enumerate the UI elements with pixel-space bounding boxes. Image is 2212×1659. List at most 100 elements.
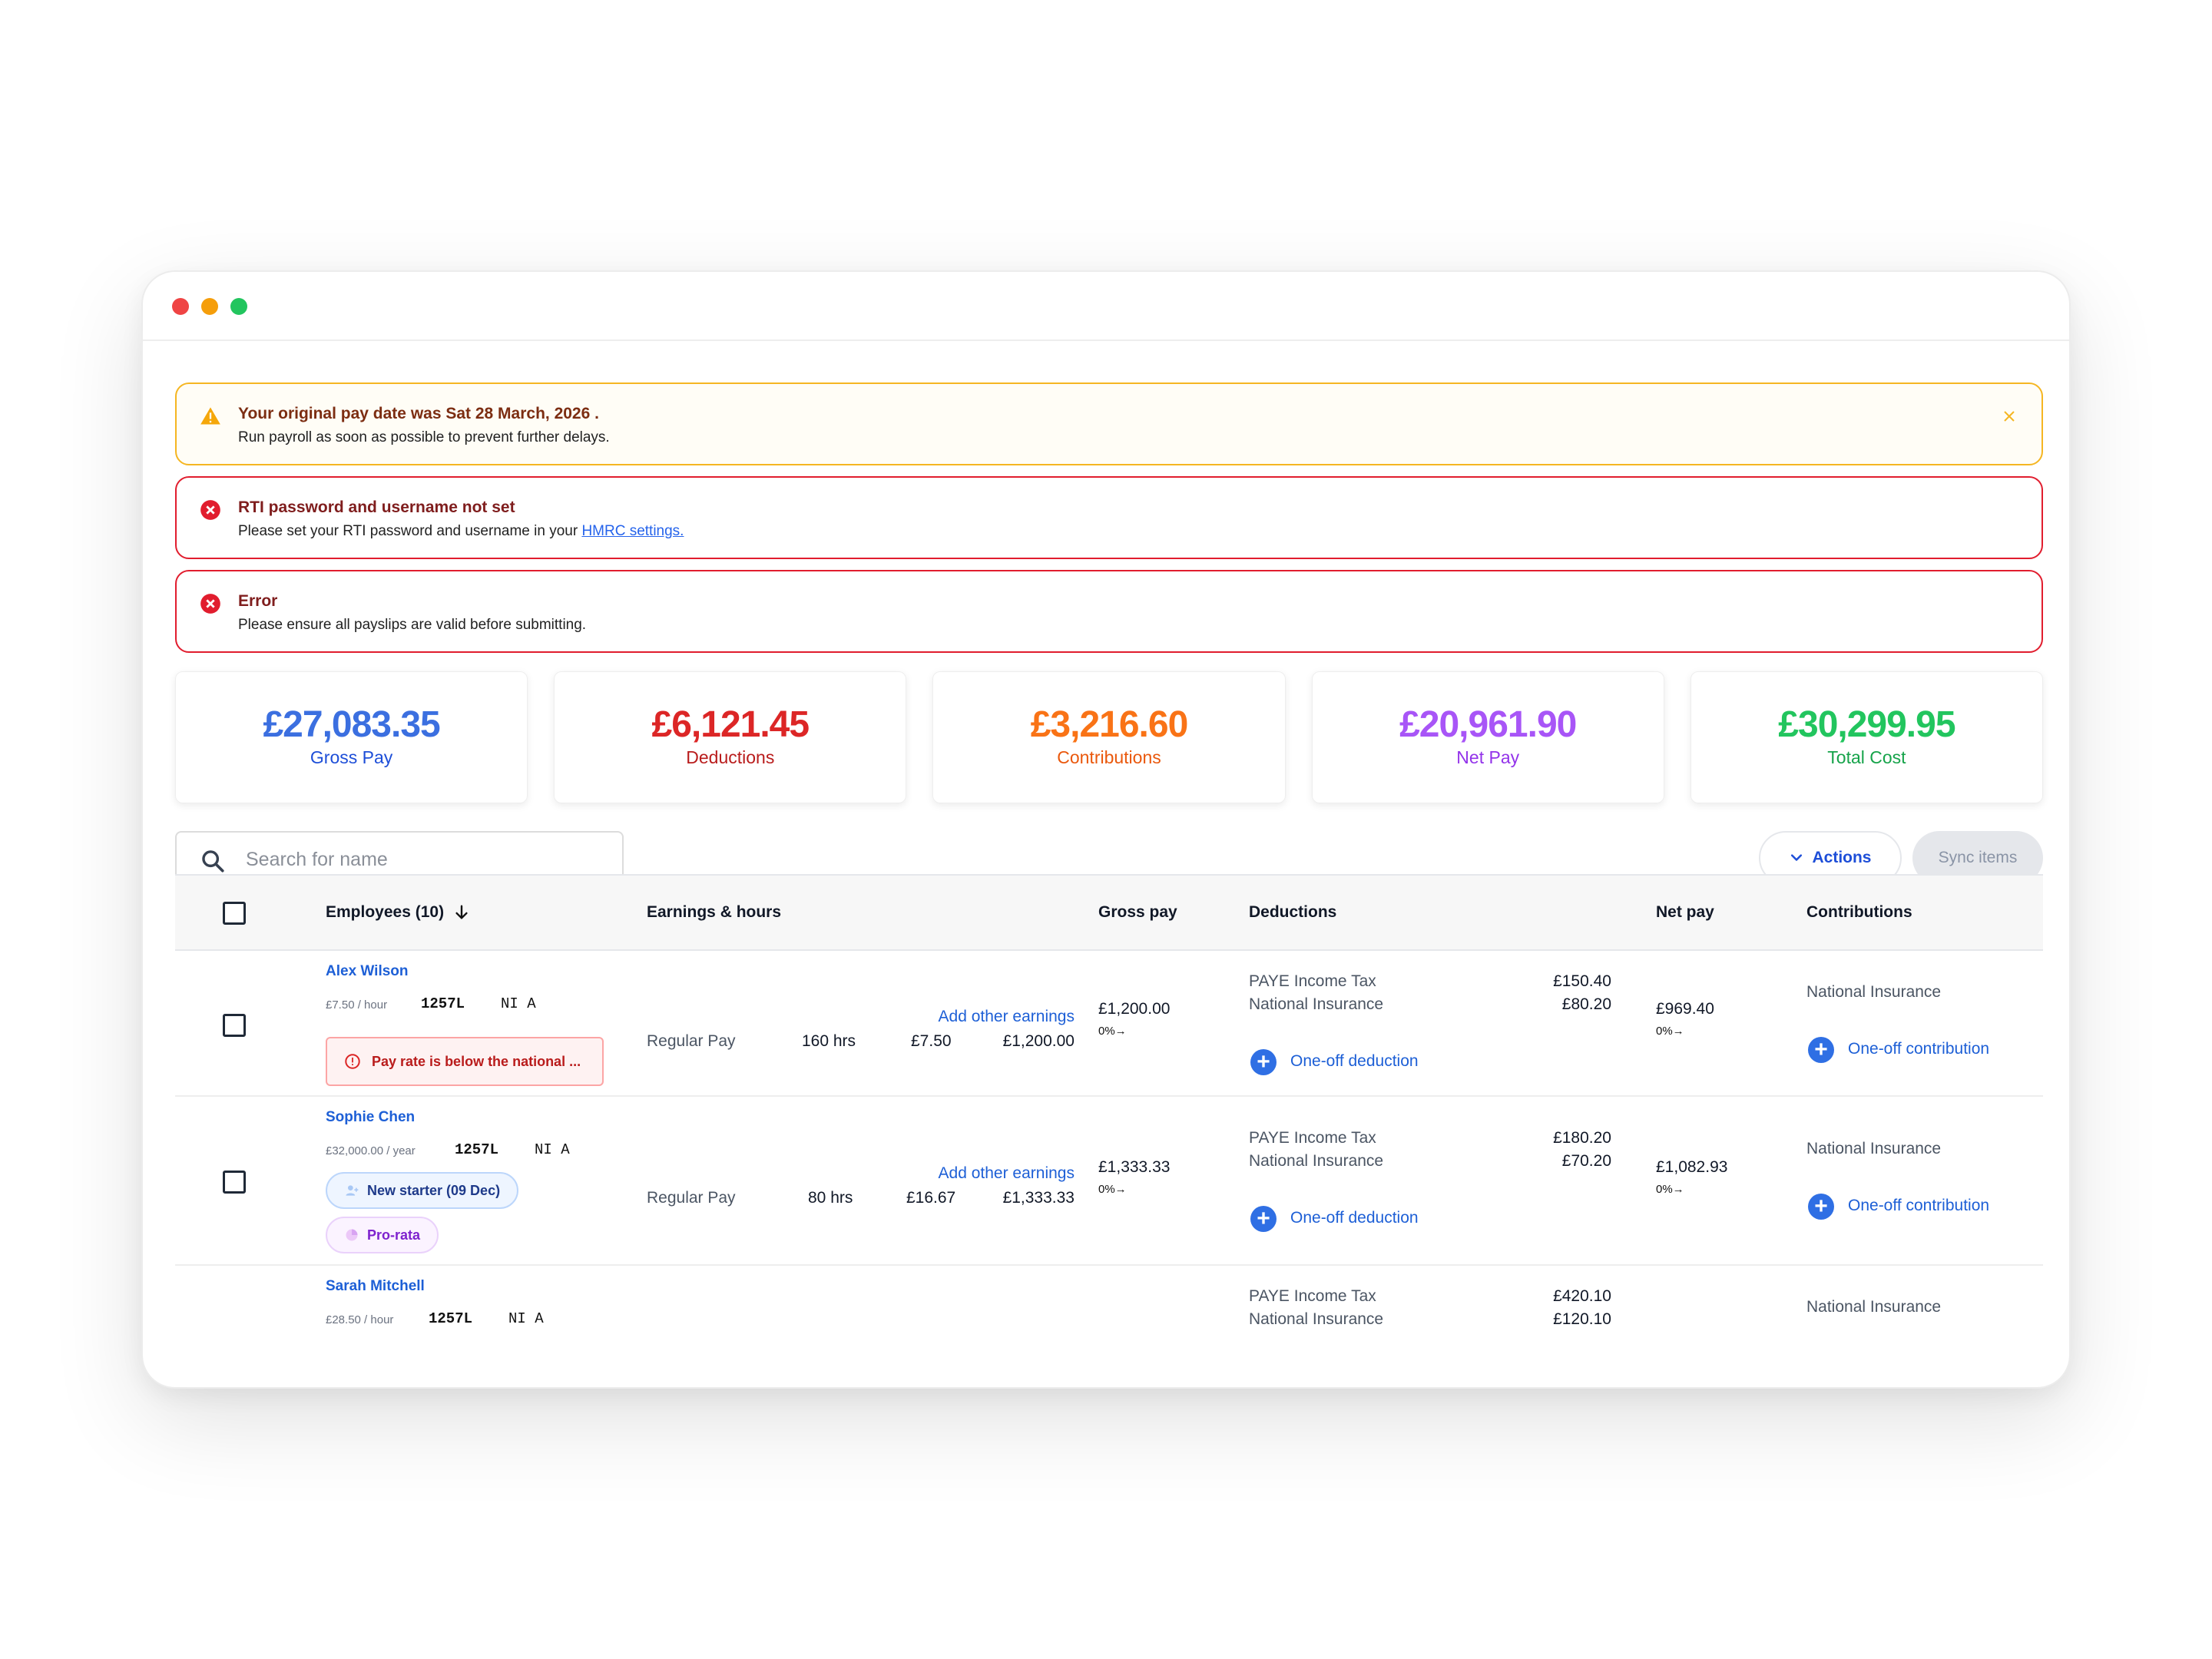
earning-type: Regular Pay — [647, 1189, 736, 1207]
stat-label: Net Pay — [1456, 747, 1520, 767]
contributions-header: Contributions — [1806, 903, 1912, 921]
ni-category: NI A — [501, 995, 536, 1012]
gross-pay-value: £1,200.00 — [1098, 1000, 1171, 1018]
tax-code: 1257L — [455, 1141, 499, 1158]
chevron-down-icon — [1791, 854, 1803, 861]
gross-pay-card: £27,083.35 Gross Pay — [175, 671, 528, 803]
deduction-name: PAYE Income Tax — [1249, 1287, 1376, 1305]
hmrc-settings-link[interactable]: HMRC settings. — [581, 523, 684, 539]
actions-button-label: Actions — [1812, 849, 1872, 866]
deduction-value: £80.20 — [1561, 995, 1611, 1013]
stat-value: £6,121.45 — [651, 704, 810, 745]
deductions-header: Deductions — [1249, 903, 1337, 921]
stat-value: £3,216.60 — [1030, 704, 1189, 745]
contribution-name: National Insurance — [1806, 983, 1942, 1001]
app-window: Your original pay date was Sat 28 March,… — [141, 270, 2071, 1389]
earning-type: Regular Pay — [647, 1032, 736, 1050]
earnings-header: Earnings & hours — [647, 903, 782, 921]
pay-rate-warning[interactable]: Pay rate is below the national ... — [326, 1037, 604, 1086]
ni-category: NI A — [535, 1141, 570, 1158]
header-label: Employees (10) — [326, 903, 445, 921]
employee-name-link[interactable]: Alex Wilson — [326, 963, 409, 980]
stat-label: Contributions — [1057, 747, 1161, 767]
add-circle-icon[interactable]: + — [1250, 1206, 1277, 1232]
one-off-deduction-link[interactable]: One-off deduction — [1290, 1052, 1419, 1071]
deduction-name: National Insurance — [1249, 1152, 1384, 1170]
stat-value: £27,083.35 — [263, 704, 440, 745]
tax-code: 1257L — [429, 1310, 473, 1327]
pay-date-warning-alert: Your original pay date was Sat 28 March,… — [175, 382, 2043, 465]
net-pay-header: Net pay — [1656, 903, 1714, 921]
deduction-value: £420.10 — [1553, 1287, 1611, 1305]
payroll-summary-cards: £27,083.35 Gross Pay £6,121.45 Deduction… — [175, 671, 2044, 803]
add-circle-icon[interactable]: + — [1808, 1037, 1834, 1063]
add-other-earnings-link[interactable]: Add other earnings — [939, 1008, 1075, 1026]
window-close-button[interactable] — [172, 298, 189, 315]
earning-amount: £1,333.33 — [1002, 1189, 1075, 1207]
alert-message-text: Please set your RTI password and usernam… — [238, 523, 582, 539]
pie-chart-icon — [346, 1229, 358, 1241]
contribution-name: National Insurance — [1806, 1140, 1942, 1157]
rti-credentials-alert: RTI password and username not set Please… — [175, 476, 2043, 559]
gross-pay-change: 0%→ — [1098, 1025, 1127, 1038]
search-icon — [202, 850, 224, 873]
sort-employees-header[interactable]: Employees (10) — [326, 903, 470, 922]
deduction-value: £120.10 — [1553, 1310, 1611, 1328]
contributions-card: £3,216.60 Contributions — [932, 671, 1286, 803]
table-row: Sophie Chen £32,000.00 / year 1257L NI A… — [175, 1097, 2043, 1266]
net-pay-value: £969.40 — [1656, 1000, 1714, 1018]
row-checkbox[interactable] — [223, 1014, 246, 1037]
user-plus-icon — [346, 1185, 359, 1196]
tax-code: 1257L — [421, 995, 465, 1012]
stat-label: Gross Pay — [310, 747, 393, 767]
alert-title: Error — [238, 592, 278, 610]
alert-message: Please ensure all payslips are valid bef… — [238, 617, 587, 633]
alert-title: Your original pay date was Sat 28 March,… — [238, 405, 599, 422]
select-all-checkbox[interactable] — [223, 902, 246, 925]
stat-label: Deductions — [686, 747, 775, 767]
one-off-deduction-link[interactable]: One-off deduction — [1290, 1209, 1419, 1227]
employee-rate: £7.50 / hour — [326, 998, 388, 1012]
deduction-name: PAYE Income Tax — [1249, 972, 1376, 990]
one-off-contribution-link[interactable]: One-off contribution — [1848, 1197, 1989, 1215]
deduction-name: PAYE Income Tax — [1249, 1129, 1376, 1147]
net-pay-change: 0%→ — [1656, 1183, 1684, 1196]
one-off-contribution-link[interactable]: One-off contribution — [1848, 1040, 1989, 1058]
hours: 160 hrs — [802, 1032, 856, 1050]
net-pay-change: 0%→ — [1656, 1025, 1684, 1038]
table-row: Alex Wilson £7.50 / hour 1257L NI A Pay … — [175, 951, 2043, 1097]
stat-value: £30,299.95 — [1778, 704, 1955, 745]
table-row: Sarah Mitchell £28.50 / hour 1257L NI A … — [175, 1266, 2043, 1387]
alert-message: Run payroll as soon as possible to preve… — [238, 429, 610, 445]
payslip-error-alert: Error Please ensure all payslips are val… — [175, 570, 2043, 653]
window-maximize-button[interactable] — [230, 298, 247, 315]
pro-rata-badge: Pro-rata — [326, 1217, 439, 1253]
gross-pay-value: £1,333.33 — [1098, 1158, 1171, 1176]
error-circle-icon — [200, 500, 220, 520]
close-icon[interactable] — [2000, 407, 2018, 426]
employee-rate: £32,000.00 / year — [326, 1144, 416, 1157]
row-checkbox[interactable] — [223, 1171, 246, 1194]
title-bar — [143, 272, 2069, 341]
employee-name-link[interactable]: Sophie Chen — [326, 1109, 415, 1126]
add-circle-icon[interactable]: + — [1808, 1194, 1834, 1220]
stat-value: £20,961.90 — [1399, 704, 1577, 745]
error-circle-icon — [200, 594, 220, 614]
add-circle-icon[interactable]: + — [1250, 1049, 1277, 1075]
employee-name-link[interactable]: Sarah Mitchell — [326, 1278, 425, 1295]
badge-label: Pro-rata — [367, 1227, 421, 1243]
add-other-earnings-link[interactable]: Add other earnings — [939, 1164, 1075, 1183]
window-minimize-button[interactable] — [201, 298, 218, 315]
new-starter-badge: New starter (09 Dec) — [326, 1172, 519, 1209]
net-pay-card: £20,961.90 Net Pay — [1311, 671, 1664, 803]
unit-rate: £16.67 — [906, 1189, 956, 1207]
arrow-down-icon — [455, 905, 468, 919]
deduction-name: National Insurance — [1249, 995, 1384, 1013]
deduction-value: £70.20 — [1561, 1152, 1611, 1170]
employees-table: Employees (10) Earnings & hours Gross pa… — [175, 874, 2043, 1387]
net-pay-value: £1,082.93 — [1656, 1158, 1728, 1176]
employee-rate: £28.50 / hour — [326, 1313, 394, 1326]
sync-items-button-label: Sync items — [1938, 849, 2018, 866]
gross-pay-header: Gross pay — [1098, 903, 1177, 921]
deduction-name: National Insurance — [1249, 1310, 1384, 1328]
